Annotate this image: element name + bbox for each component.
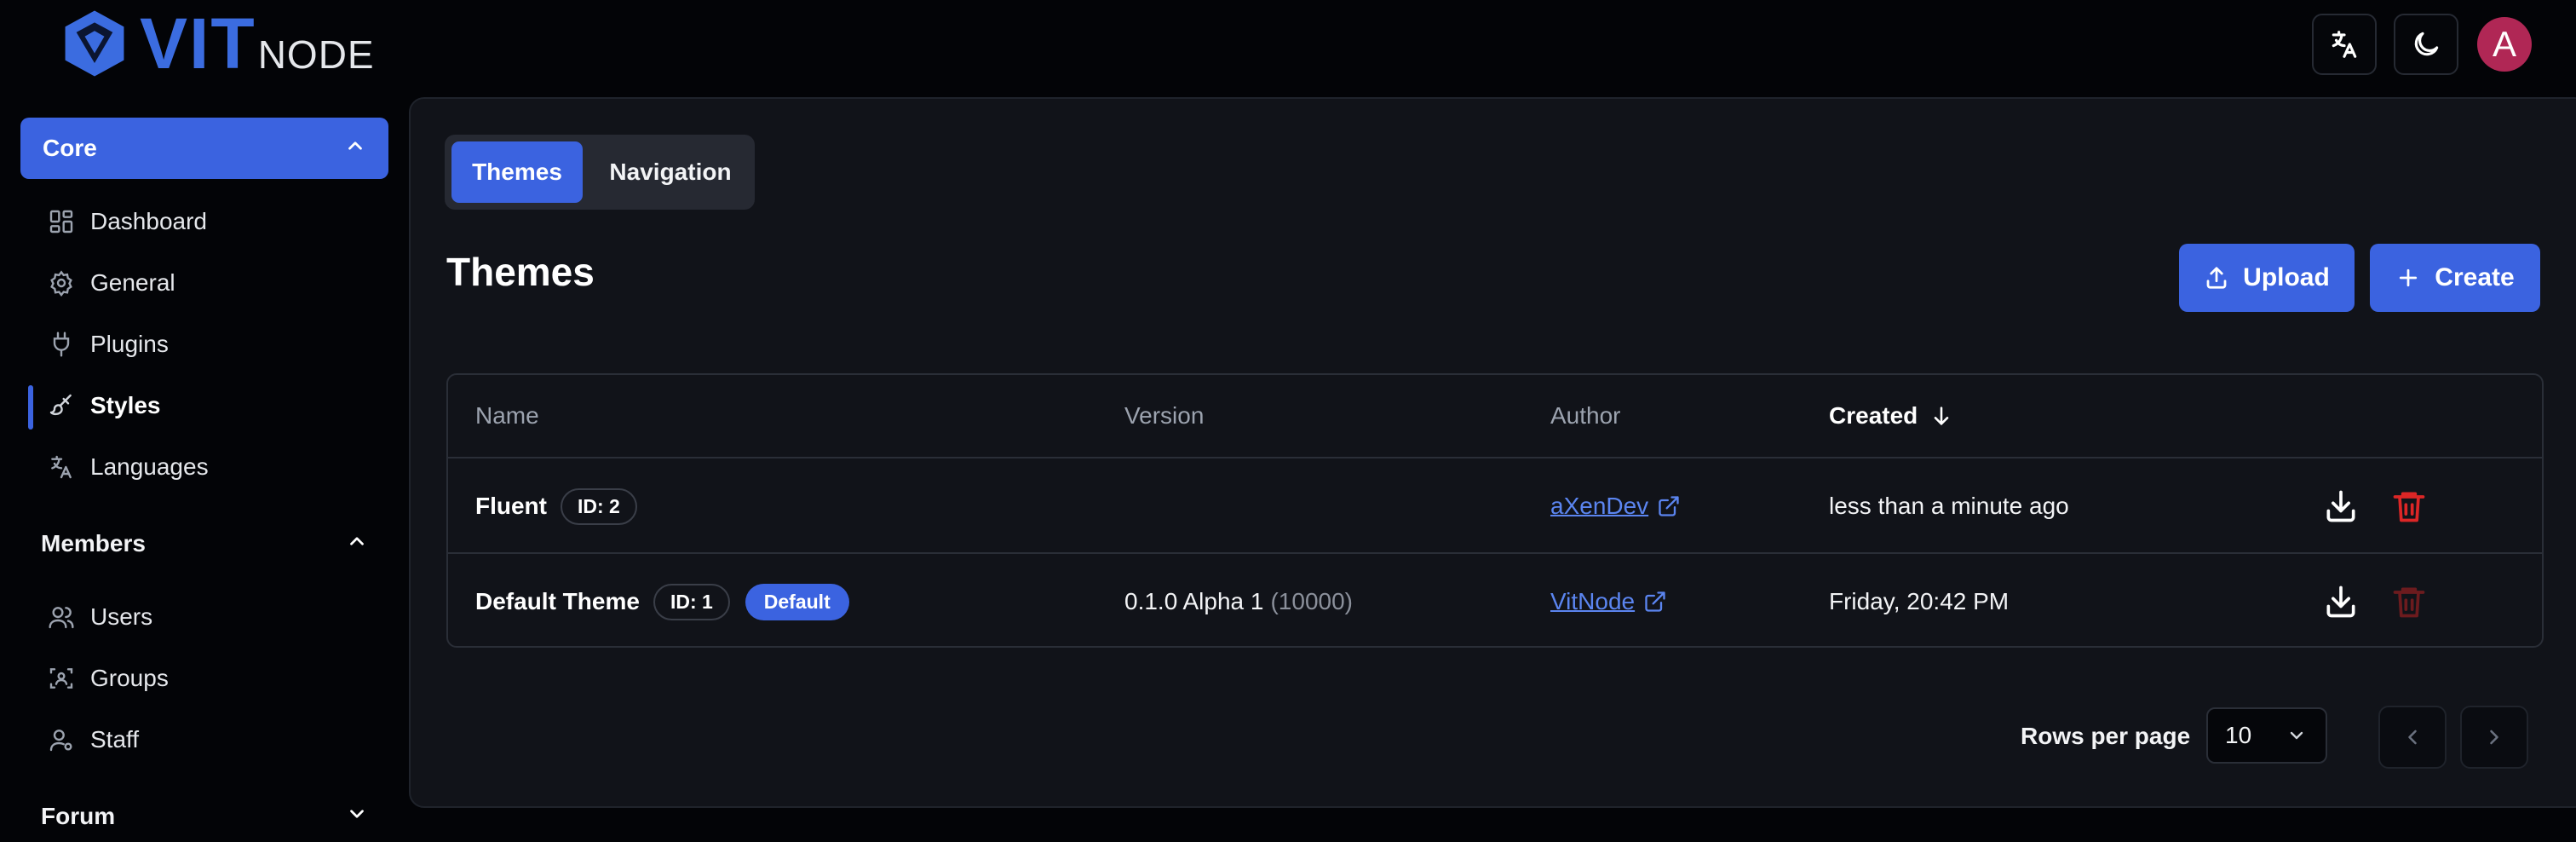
chevron-down-icon — [346, 803, 368, 831]
moon-icon — [2414, 32, 2439, 56]
next-page-button[interactable] — [2460, 706, 2528, 769]
sidebar-item-label: Styles — [90, 392, 161, 418]
plus-icon — [2400, 268, 2418, 287]
column-header-created[interactable]: Created — [1829, 375, 1953, 457]
sidebar-item-staff[interactable]: Staff — [48, 716, 139, 764]
main-panel: Themes Navigation Themes Upload Create N… — [409, 97, 2576, 808]
external-link-icon — [1645, 591, 1665, 612]
version-code: (10000) — [1270, 588, 1353, 614]
theme-toggle-button[interactable] — [2394, 14, 2458, 75]
download-button[interactable] — [2322, 487, 2360, 525]
plug-icon — [53, 332, 70, 357]
language-button[interactable] — [2312, 14, 2377, 75]
trash-icon — [2393, 587, 2425, 618]
version-text: 0.1.0 Alpha 1 — [1124, 588, 1264, 614]
created-cell: Friday, 20:42 PM — [1829, 588, 2010, 614]
sidebar-group-core-label: Core — [43, 135, 97, 161]
column-header-version: Version — [1124, 402, 1205, 429]
sidebar-item-users[interactable]: Users — [48, 593, 152, 641]
sidebar-item-styles[interactable]: Styles — [48, 382, 161, 430]
column-header-author: Author — [1550, 402, 1621, 429]
id-badge: ID: 2 — [561, 487, 637, 525]
sidebar-item-plugins[interactable]: Plugins — [48, 320, 169, 368]
sidebar-item-label: Users — [90, 603, 153, 630]
sidebar-item-groups[interactable]: Groups — [48, 655, 169, 702]
chevron-right-icon — [2490, 730, 2498, 745]
rows-per-page-select[interactable]: 10 — [2206, 707, 2327, 764]
staff-icon — [49, 730, 72, 752]
author-link[interactable]: VitNode — [1550, 588, 1635, 615]
brush-icon — [49, 394, 72, 416]
default-badge: Default — [745, 583, 849, 620]
sidebar-item-label: Dashboard — [90, 208, 207, 234]
tab-themes[interactable]: Themes — [451, 141, 583, 203]
sidebar-group-forum-label: Forum — [41, 803, 116, 829]
theme-name: Fluent — [475, 493, 547, 519]
column-header-created-label: Created — [1829, 402, 1918, 429]
sidebar-item-label: General — [90, 269, 175, 296]
user-avatar[interactable]: A — [2477, 17, 2532, 72]
sidebar-item-dashboard[interactable]: Dashboard — [48, 198, 207, 245]
external-link-icon — [1659, 496, 1679, 516]
delete-button[interactable] — [2390, 487, 2428, 525]
vitnode-logo[interactable]: VIT NODE — [60, 7, 375, 80]
chevron-up-icon — [344, 135, 366, 163]
tabs: Themes Navigation — [445, 135, 755, 210]
author-cell: aXenDev — [1550, 458, 1681, 554]
create-button[interactable]: Create — [2370, 244, 2540, 312]
id-badge: ID: 1 — [653, 583, 730, 620]
vitnode-logo-icon — [65, 10, 124, 77]
translate-icon — [2332, 31, 2357, 58]
sidebar-group-forum[interactable]: Forum — [20, 791, 388, 842]
author-link[interactable]: aXenDev — [1550, 493, 1648, 520]
sidebar-item-label: Groups — [90, 665, 169, 691]
chevron-up-icon — [346, 530, 368, 558]
arrow-down-icon — [1934, 407, 1949, 425]
page-title: Themes — [446, 250, 595, 294]
chevron-left-icon — [2408, 730, 2417, 745]
theme-name-cell: Fluent ID: 2 — [475, 458, 637, 554]
sidebar-item-general[interactable]: General — [48, 259, 175, 307]
sidebar-group-members-label: Members — [41, 530, 146, 557]
sidebar-item-label: Languages — [90, 453, 209, 480]
brand-node: NODE — [257, 32, 375, 77]
rows-per-page-label: Rows per page — [2021, 723, 2191, 749]
gear-icon — [50, 270, 72, 297]
created-cell: less than a minute ago — [1829, 493, 2069, 519]
users-icon — [49, 607, 74, 629]
upload-label: Upload — [2243, 263, 2330, 291]
delete-button-disabled — [2390, 583, 2428, 620]
sidebar-group-core[interactable]: Core — [20, 118, 388, 179]
create-label: Create — [2435, 263, 2515, 291]
previous-page-button[interactable] — [2378, 706, 2447, 769]
sidebar-group-members[interactable]: Members — [20, 518, 388, 569]
dashboard-icon — [49, 210, 73, 234]
themes-table: Name Version Author Created Fluent ID: 2… — [446, 373, 2544, 648]
table-row: Default Theme ID: 1 Default 0.1.0 Alpha … — [448, 552, 2542, 649]
upload-button[interactable]: Upload — [2179, 244, 2355, 312]
sidebar-item-label: Staff — [90, 726, 140, 753]
sidebar-item-languages[interactable]: Languages — [48, 443, 209, 491]
version-cell: 0.1.0 Alpha 1 (10000) — [1124, 554, 1353, 649]
tab-navigation[interactable]: Navigation — [591, 141, 750, 203]
download-icon — [2326, 490, 2355, 522]
upload-icon — [2206, 267, 2227, 289]
download-icon — [2326, 585, 2355, 618]
table-row: Fluent ID: 2 aXenDev less than a minute … — [448, 457, 2542, 554]
theme-name: Default Theme — [475, 588, 640, 614]
sidebar: Core Dashboard General Plugins Styles La… — [0, 101, 400, 835]
active-indicator — [28, 385, 33, 430]
chevron-down-icon — [2290, 731, 2303, 740]
sidebar-item-label: Plugins — [90, 331, 169, 357]
rows-per-page-value: 10 — [2225, 722, 2252, 748]
groups-icon — [49, 668, 73, 689]
trash-icon — [2393, 492, 2425, 522]
column-header-name: Name — [475, 402, 539, 429]
brand-vit: VIT — [140, 3, 256, 84]
translate-icon — [51, 455, 72, 479]
download-button[interactable] — [2322, 583, 2360, 620]
theme-name-cell: Default Theme ID: 1 Default — [475, 554, 849, 649]
author-cell: VitNode — [1550, 554, 1667, 649]
